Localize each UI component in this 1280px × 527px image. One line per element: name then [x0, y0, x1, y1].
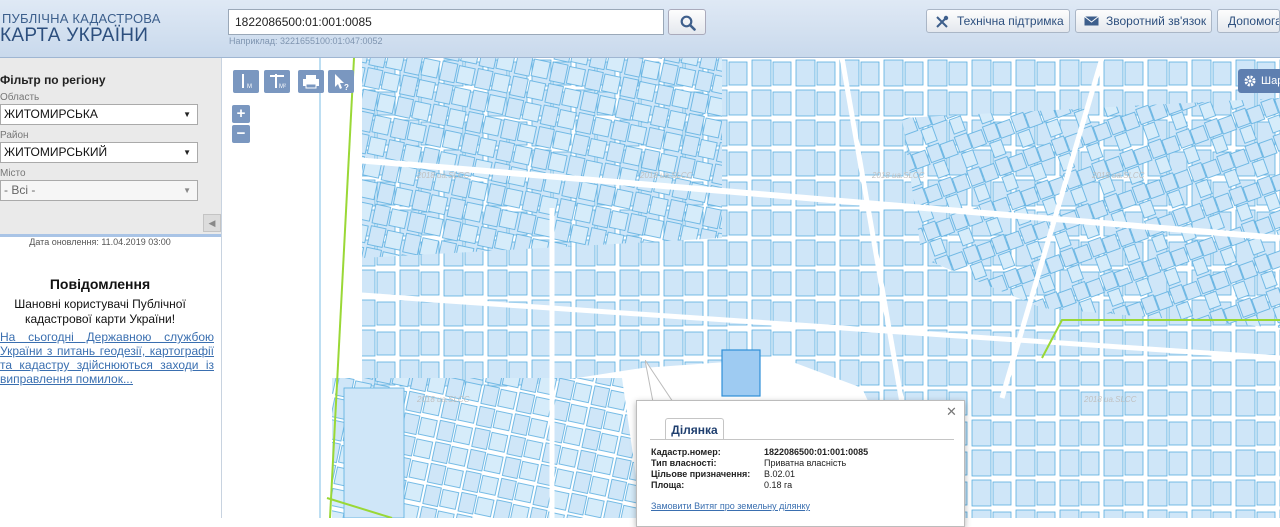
ownership-type-label: Тип власності: — [651, 458, 717, 468]
dropdown-arrow-icon: ▼ — [183, 148, 191, 157]
tab-divider — [650, 439, 954, 440]
zoom-in-button[interactable]: + — [232, 105, 250, 123]
oblast-label: Область — [0, 92, 40, 103]
search-button[interactable] — [668, 9, 706, 35]
area-icon: M² — [270, 74, 286, 90]
rayon-select[interactable]: ЖИТОМИРСЬКИЙ ▼ — [0, 142, 198, 163]
measure-area-button[interactable]: M² — [264, 70, 290, 93]
watermark: 2018 ua.SLCC — [417, 395, 470, 404]
pointer-help-icon: ? — [335, 74, 349, 92]
help-button[interactable]: Допомога — [1217, 9, 1280, 33]
minus-icon: − — [236, 125, 246, 142]
message-link[interactable]: На сьогодні Державною службою України з … — [0, 330, 214, 386]
dropdown-arrow-icon: ▼ — [183, 186, 191, 195]
ruler-icon: M — [242, 74, 252, 90]
gear-icon — [1244, 75, 1256, 87]
watermark: 2018 ua.SLCC — [1084, 395, 1137, 404]
identify-button[interactable]: ? — [328, 70, 354, 93]
search-input[interactable] — [228, 9, 664, 35]
collapse-sidebar-button[interactable]: ◀ — [203, 214, 221, 232]
tab-parcel[interactable]: Ділянка — [665, 418, 724, 440]
header: ПУБЛІЧНА КАДАСТРОВА КАРТА УКРАЇНИ Наприк… — [0, 0, 1280, 58]
message-text: Шановні користувачі Публічної кадастрово… — [14, 297, 186, 326]
help-label: Допомога — [1228, 14, 1280, 28]
filter-panel: Фільтр по регіону Область ЖИТОМИРСЬКА ▼ … — [0, 58, 221, 234]
printer-icon — [303, 75, 319, 89]
svg-text:M: M — [247, 84, 252, 90]
purpose-label: Цільове призначення: — [651, 469, 751, 479]
svg-text:M²: M² — [279, 84, 286, 90]
watermark: 2018 ua.SLCC — [640, 171, 693, 180]
misto-select[interactable]: - Всі - ▼ — [0, 180, 198, 201]
watermark: 2018 ua.SLCC — [417, 171, 470, 180]
message-title: Повідомлення — [49, 276, 151, 292]
sidebar: Фільтр по регіону Область ЖИТОМИРСЬКА ▼ … — [0, 58, 222, 518]
zoom-out-button[interactable]: − — [232, 125, 250, 143]
tech-support-button[interactable]: Технічна підтримка — [926, 9, 1070, 33]
feedback-button[interactable]: Зворотний зв'язок — [1075, 9, 1212, 33]
ownership-type-value: Приватна власність — [764, 458, 847, 468]
logo-line2[interactable]: КАРТА УКРАЇНИ — [0, 25, 148, 47]
oblast-select[interactable]: ЖИТОМИРСЬКА ▼ — [0, 104, 198, 125]
watermark: 2018 ua.SLCC — [1092, 171, 1145, 180]
cadastral-number-value: 1822086500:01:001:0085 — [764, 447, 869, 457]
envelope-icon — [1084, 16, 1099, 26]
misto-label: Місто — [0, 168, 26, 179]
misto-value: - Всі - — [4, 183, 36, 197]
cadastral-number-label: Кадастр.номер: — [651, 447, 721, 457]
svg-text:?: ? — [344, 83, 349, 92]
purpose-value: В.02.01 — [764, 469, 796, 479]
area-value: 0.18 га — [764, 480, 793, 490]
search-icon — [680, 15, 696, 31]
oblast-value: ЖИТОМИРСЬКА — [4, 107, 98, 121]
order-extract-link[interactable]: Замовити Витяг про земельну ділянку — [651, 501, 810, 511]
layers-label: Шари — [1261, 75, 1280, 87]
dropdown-arrow-icon: ▼ — [183, 110, 191, 119]
tech-support-label: Технічна підтримка — [957, 14, 1064, 28]
rayon-label: Район — [0, 130, 29, 141]
filter-title: Фільтр по регіону — [0, 73, 106, 87]
popup-pointer — [645, 360, 675, 402]
measure-length-button[interactable]: M — [233, 70, 259, 93]
feedback-label: Зворотний зв'язок — [1106, 14, 1207, 28]
layers-button[interactable]: Шари — [1238, 69, 1280, 93]
close-icon[interactable]: ✕ — [946, 404, 957, 420]
arrow-left-icon: ◀ — [208, 218, 216, 228]
logo-line1[interactable]: ПУБЛІЧНА КАДАСТРОВА — [2, 11, 161, 26]
print-button[interactable] — [298, 70, 324, 93]
update-date: Дата оновлення: 11.04.2019 03:00 — [29, 237, 171, 247]
tools-icon — [936, 15, 949, 28]
area-label: Площа: — [651, 480, 685, 490]
watermark: 2018 ua.SLCC — [872, 171, 925, 180]
plus-icon: + — [236, 105, 246, 122]
search-hint: Наприклад: 3221655100:01:047:0052 — [229, 36, 383, 46]
rayon-value: ЖИТОМИРСЬКИЙ — [4, 145, 108, 159]
